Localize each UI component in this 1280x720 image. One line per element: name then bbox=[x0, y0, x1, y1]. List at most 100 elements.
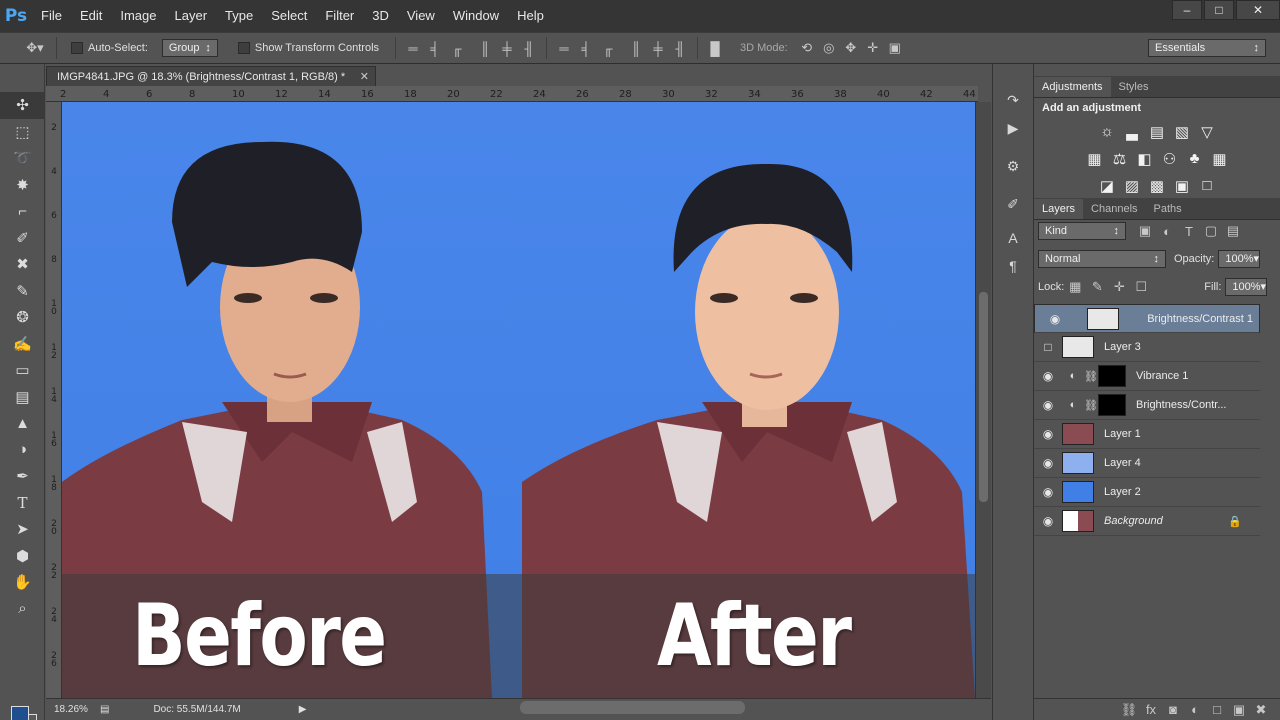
new-adjustment-icon[interactable]: ◐ bbox=[1184, 699, 1206, 720]
shape-tool-icon[interactable]: ⬢ bbox=[0, 543, 45, 570]
3d-rotate-icon[interactable]: ⟲ bbox=[796, 37, 818, 59]
history-brush-icon[interactable]: ✍ bbox=[0, 331, 45, 358]
color-balance-icon[interactable]: ⚖ bbox=[1107, 150, 1132, 168]
tab-channels[interactable]: Channels bbox=[1083, 199, 1145, 219]
scroll-thumb[interactable] bbox=[979, 292, 988, 502]
workspace-dropdown[interactable]: Essentials ↕ bbox=[1148, 39, 1266, 57]
3d-roll-icon[interactable]: ◎ bbox=[818, 37, 840, 59]
crop-tool-icon[interactable]: ⌐ bbox=[0, 198, 45, 225]
opacity-field[interactable]: 100% ▾ bbox=[1218, 250, 1261, 268]
visibility-eye-icon[interactable]: ◉ bbox=[1034, 514, 1062, 528]
visibility-eye-icon[interactable]: ◉ bbox=[1034, 427, 1062, 441]
minimize-button[interactable]: ‒ bbox=[1172, 0, 1202, 20]
properties-icon[interactable]: ⚙ bbox=[993, 152, 1033, 180]
layer-filter-dropdown[interactable]: Kind ↕ bbox=[1038, 222, 1126, 240]
layer-row[interactable]: ◉ Brightness/Contrast 1 bbox=[1034, 304, 1260, 333]
menu-view[interactable]: View bbox=[398, 0, 444, 32]
hue-saturation-icon[interactable]: ▦ bbox=[1082, 150, 1107, 168]
curves-icon[interactable]: ▤ bbox=[1145, 123, 1170, 141]
visibility-eye-icon[interactable]: ◉ bbox=[1034, 456, 1062, 470]
marquee-tool-icon[interactable]: ⬚ bbox=[0, 119, 45, 146]
lock-position-icon[interactable]: ✛ bbox=[1108, 276, 1130, 298]
visibility-toggle-icon[interactable]: □ bbox=[1034, 340, 1062, 354]
blur-tool-icon[interactable]: ▲ bbox=[0, 410, 45, 437]
pen-tool-icon[interactable]: ✒ bbox=[0, 463, 45, 490]
path-select-icon[interactable]: ➤ bbox=[0, 516, 45, 543]
history-icon[interactable]: ↷ bbox=[993, 86, 1033, 114]
photo-filter-icon[interactable]: ⚇ bbox=[1157, 150, 1182, 168]
align-vcenter-icon[interactable]: ╡ bbox=[424, 37, 446, 59]
eyedropper-tool-icon[interactable]: ✐ bbox=[0, 225, 45, 252]
character-icon[interactable]: A bbox=[993, 224, 1033, 252]
blend-mode-dropdown[interactable]: Normal ↕ bbox=[1038, 250, 1166, 268]
layer-mask-thumbnail[interactable] bbox=[1098, 394, 1126, 416]
vibrance-icon[interactable]: ▽ bbox=[1195, 123, 1220, 141]
menu-help[interactable]: Help bbox=[508, 0, 553, 32]
distribute-vcenter-icon[interactable]: ╡ bbox=[575, 37, 597, 59]
distribute-hcenter-icon[interactable]: ╪ bbox=[647, 37, 669, 59]
brush-tool-icon[interactable]: ✎ bbox=[0, 278, 45, 305]
chain-link-icon[interactable]: ⛓ bbox=[1084, 370, 1098, 383]
close-tab-icon[interactable]: ✕ bbox=[360, 70, 369, 83]
tab-paths[interactable]: Paths bbox=[1146, 199, 1190, 219]
layer-row[interactable]: ◉ Background 🔒 bbox=[1034, 507, 1260, 536]
document-tab[interactable]: IMGP4841.JPG @ 18.3% (Brightness/Contras… bbox=[46, 66, 376, 86]
dodge-tool-icon[interactable]: ◑ bbox=[0, 437, 45, 464]
brush-presets-icon[interactable]: ✐ bbox=[993, 190, 1033, 218]
align-right-icon[interactable]: ╢ bbox=[518, 37, 540, 59]
auto-select-checkbox[interactable] bbox=[71, 42, 83, 54]
align-top-icon[interactable]: ═ bbox=[402, 37, 424, 59]
auto-align-icon[interactable]: ▐▌ bbox=[704, 37, 726, 59]
new-layer-icon[interactable]: ▣ bbox=[1228, 699, 1250, 720]
distribute-bottom-icon[interactable]: ╓ bbox=[597, 37, 619, 59]
lasso-tool-icon[interactable]: ➰ bbox=[0, 145, 45, 172]
layer-row[interactable]: ◉ ◐ ⛓ Vibrance 1 bbox=[1034, 362, 1260, 391]
align-bottom-icon[interactable]: ╓ bbox=[446, 37, 468, 59]
exposure-icon[interactable]: ▧ bbox=[1170, 123, 1195, 141]
zoom-level[interactable]: 18.26% bbox=[54, 704, 94, 715]
foreground-color-swatch[interactable] bbox=[11, 706, 29, 720]
align-left-icon[interactable]: ║ bbox=[474, 37, 496, 59]
add-mask-icon[interactable]: ◙ bbox=[1162, 699, 1184, 720]
menu-layer[interactable]: Layer bbox=[166, 0, 217, 32]
distribute-right-icon[interactable]: ╢ bbox=[669, 37, 691, 59]
layer-row[interactable]: □ Layer 3 bbox=[1034, 333, 1260, 362]
filter-pixel-icon[interactable]: ▣ bbox=[1134, 220, 1156, 242]
layer-row[interactable]: ◉ ◐ ⛓ Brightness/Contr... bbox=[1034, 391, 1260, 420]
brightness-contrast-icon[interactable]: ☼ bbox=[1095, 123, 1120, 140]
horizontal-scrollbar[interactable] bbox=[520, 701, 745, 714]
menu-type[interactable]: Type bbox=[216, 0, 262, 32]
selective-color-icon[interactable]: ▣ bbox=[1170, 177, 1195, 195]
levels-icon[interactable]: ▃ bbox=[1120, 123, 1145, 141]
black-white-icon[interactable]: ◧ bbox=[1132, 150, 1157, 168]
layer-row[interactable]: ◉ Layer 4 bbox=[1034, 449, 1260, 478]
tab-layers[interactable]: Layers bbox=[1034, 199, 1084, 219]
new-group-icon[interactable]: □ bbox=[1206, 699, 1228, 720]
filter-smart-icon[interactable]: ▤ bbox=[1222, 220, 1244, 242]
gradient-map-icon[interactable]: □ bbox=[1195, 177, 1220, 194]
color-lookup-icon[interactable]: ▦ bbox=[1207, 150, 1232, 168]
lock-pixels-icon[interactable]: ✎ bbox=[1086, 276, 1108, 298]
menu-window[interactable]: Window bbox=[444, 0, 508, 32]
visibility-eye-icon[interactable]: ◉ bbox=[1034, 369, 1062, 383]
distribute-top-icon[interactable]: ═ bbox=[553, 37, 575, 59]
3d-pan-icon[interactable]: ✥ bbox=[840, 37, 862, 59]
visibility-eye-icon[interactable]: ◉ bbox=[1034, 398, 1062, 412]
invert-icon[interactable]: ◪ bbox=[1095, 177, 1120, 195]
actions-icon[interactable]: ▶ bbox=[993, 114, 1033, 142]
filter-adjustment-icon[interactable]: ◐ bbox=[1156, 220, 1178, 242]
threshold-icon[interactable]: ▩ bbox=[1145, 177, 1170, 195]
menu-3d[interactable]: 3D bbox=[363, 0, 398, 32]
layer-row[interactable]: ◉ Layer 1 bbox=[1034, 420, 1260, 449]
menu-file[interactable]: File bbox=[32, 0, 71, 32]
tab-adjustments[interactable]: Adjustments bbox=[1034, 77, 1111, 97]
close-button[interactable]: ✕ bbox=[1236, 0, 1280, 20]
paragraph-icon[interactable]: ¶ bbox=[993, 252, 1033, 280]
3d-scale-icon[interactable]: ▣ bbox=[884, 37, 906, 59]
delete-layer-icon[interactable]: ✖ bbox=[1250, 699, 1272, 720]
eraser-tool-icon[interactable]: ▭ bbox=[0, 357, 45, 384]
layer-style-icon[interactable]: fx bbox=[1140, 699, 1162, 720]
fill-field[interactable]: 100% ▾ bbox=[1225, 278, 1268, 296]
filter-shape-icon[interactable]: ▢ bbox=[1200, 220, 1222, 242]
lock-transparent-icon[interactable]: ▦ bbox=[1064, 276, 1086, 298]
